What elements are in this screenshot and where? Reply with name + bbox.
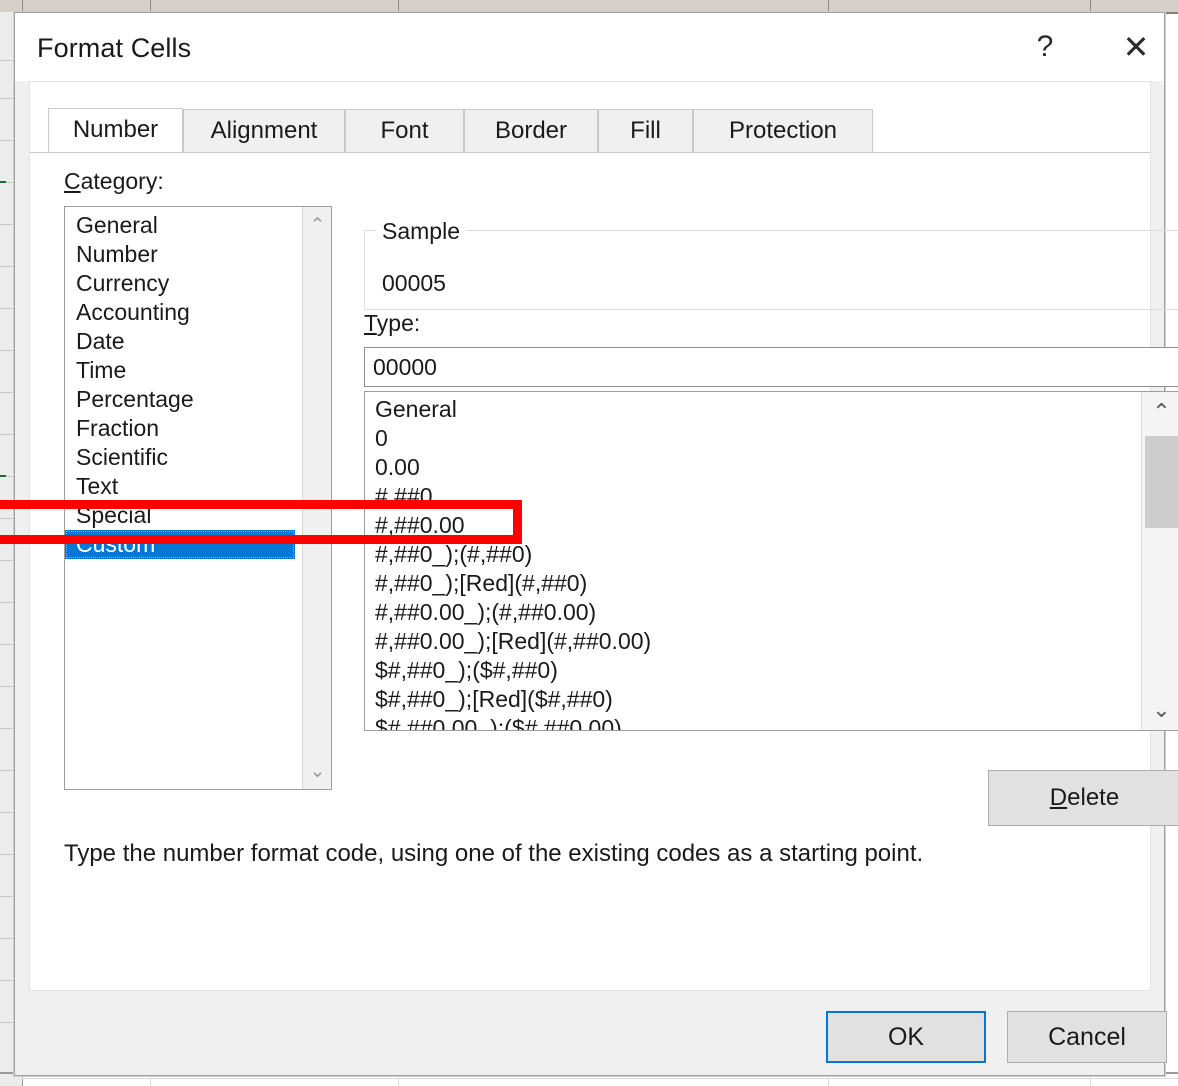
category-item[interactable]: Scientific bbox=[65, 443, 303, 472]
category-label-rest: ategory: bbox=[80, 168, 164, 194]
category-item[interactable]: Currency bbox=[65, 269, 303, 298]
category-item[interactable]: Text bbox=[65, 472, 303, 501]
category-item[interactable]: Custom bbox=[65, 530, 295, 559]
category-item[interactable]: General bbox=[65, 211, 303, 240]
type-item[interactable]: #,##0.00_);[Red](#,##0.00) bbox=[365, 627, 1141, 656]
type-item[interactable]: General bbox=[365, 395, 1141, 424]
sample-legend: Sample bbox=[376, 218, 466, 245]
category-item[interactable]: Time bbox=[65, 356, 303, 385]
type-label-rest: ype: bbox=[376, 310, 421, 336]
tab-strip: Number Alignment Font Border Fill Protec… bbox=[30, 108, 1150, 153]
format-cells-dialog: Format Cells ? ✕ Number Alignment Font B… bbox=[14, 12, 1178, 1076]
dialog-title: Format Cells bbox=[37, 33, 192, 63]
category-label-mnemonic: C bbox=[64, 168, 81, 194]
tab-fill[interactable]: Fill bbox=[598, 109, 693, 152]
category-item[interactable]: Fraction bbox=[65, 414, 303, 443]
tab-label: Border bbox=[494, 117, 568, 144]
tab-label: Fill bbox=[630, 117, 661, 144]
close-icon[interactable]: ✕ bbox=[1109, 25, 1163, 69]
type-label-mnemonic: T bbox=[364, 310, 377, 336]
scroll-down-icon[interactable]: ⌄ bbox=[303, 753, 332, 789]
type-item[interactable]: $#,##0_);[Red]($#,##0) bbox=[365, 685, 1141, 714]
scrollbar-thumb[interactable] bbox=[1145, 436, 1178, 528]
cancel-label: Cancel bbox=[1048, 1022, 1126, 1051]
tab-label: Font bbox=[380, 117, 429, 144]
tab-alignment[interactable]: Alignment bbox=[183, 109, 345, 152]
ok-label: OK bbox=[887, 1022, 925, 1051]
category-scrollbar[interactable]: ⌃ ⌄ bbox=[302, 207, 331, 789]
category-item[interactable]: Number bbox=[65, 240, 303, 269]
type-item[interactable]: 0 bbox=[365, 424, 1141, 453]
category-label: Category: bbox=[64, 168, 164, 195]
tab-number[interactable]: Number bbox=[48, 108, 183, 152]
type-item[interactable]: #,##0 bbox=[365, 482, 1141, 511]
help-icon[interactable]: ? bbox=[1018, 25, 1072, 69]
type-item[interactable]: 0.00 bbox=[365, 453, 1141, 482]
type-item[interactable]: $#,##0.00_);($#,##0.00) bbox=[365, 714, 1141, 730]
type-item[interactable]: $#,##0_);($#,##0) bbox=[365, 656, 1141, 685]
delete-label-mnemonic: D bbox=[1049, 784, 1068, 811]
scroll-up-icon[interactable]: ⌃ bbox=[1142, 392, 1178, 432]
help-text: Type the number format code, using one o… bbox=[64, 840, 924, 867]
type-item[interactable]: #,##0_);[Red](#,##0) bbox=[365, 569, 1141, 598]
scroll-down-icon[interactable]: ⌄ bbox=[1142, 690, 1178, 730]
tab-label: Alignment bbox=[210, 117, 318, 144]
sample-value: 00005 bbox=[382, 270, 446, 296]
tab-protection[interactable]: Protection bbox=[693, 109, 873, 152]
tab-label: Protection bbox=[728, 117, 838, 144]
category-item[interactable]: Percentage bbox=[65, 385, 303, 414]
delete-label-rest: elete bbox=[1067, 784, 1120, 811]
category-list[interactable]: General Number Currency Accounting Date Time P… bbox=[65, 207, 303, 789]
dialog-title-bar: Format Cells ? ✕ bbox=[15, 13, 1164, 81]
type-item[interactable]: #,##0_);(#,##0) bbox=[365, 540, 1141, 569]
type-listbox[interactable]: General 0 0.00 #,##0 #,##0.00 #,##0_);(#,##0)… bbox=[364, 391, 1178, 731]
ok-button[interactable]: OK bbox=[826, 1011, 986, 1063]
type-label: Type: bbox=[364, 310, 420, 337]
type-input[interactable] bbox=[364, 347, 1178, 387]
type-list[interactable]: General 0 0.00 #,##0 #,##0.00 #,##0_);(#,##0)… bbox=[365, 392, 1141, 730]
tab-border[interactable]: Border bbox=[464, 109, 598, 152]
delete-button[interactable]: Delete bbox=[988, 770, 1178, 826]
category-item[interactable]: Special bbox=[65, 501, 303, 530]
sample-group bbox=[364, 230, 1178, 310]
dialog-content-panel: Number Alignment Font Border Fill Protec… bbox=[29, 81, 1178, 991]
tab-label: Number bbox=[72, 116, 159, 143]
category-item[interactable]: Date bbox=[65, 327, 303, 356]
scroll-up-icon[interactable]: ⌃ bbox=[303, 207, 332, 243]
type-item[interactable]: #,##0.00_);(#,##0.00) bbox=[365, 598, 1141, 627]
category-item[interactable]: Accounting bbox=[65, 298, 303, 327]
type-scrollbar[interactable]: ⌃ ⌄ bbox=[1141, 392, 1178, 730]
category-listbox[interactable]: General Number Currency Accounting Date Time P… bbox=[64, 206, 332, 790]
tab-font[interactable]: Font bbox=[345, 109, 464, 152]
cancel-button[interactable]: Cancel bbox=[1007, 1011, 1167, 1063]
type-item[interactable]: #,##0.00 bbox=[365, 511, 1141, 540]
